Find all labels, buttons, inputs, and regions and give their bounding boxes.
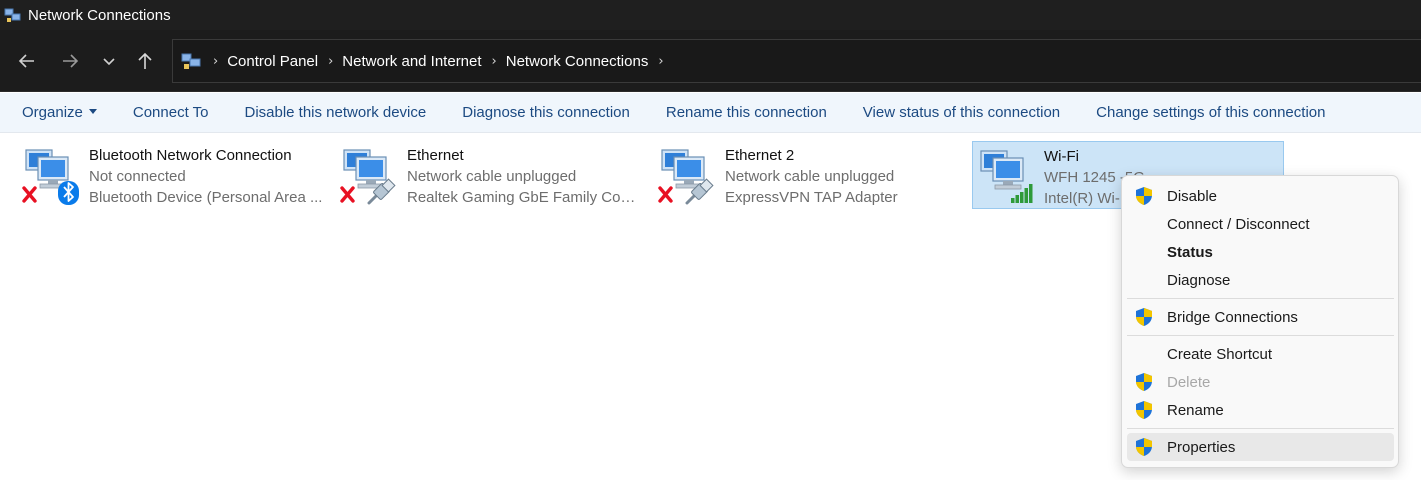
- menu-item-rename[interactable]: Rename: [1127, 396, 1394, 424]
- connection-device: Realtek Gaming GbE Family Contr...: [407, 189, 643, 206]
- back-button[interactable]: [12, 46, 42, 76]
- organize-menu-button[interactable]: Organize: [22, 104, 97, 121]
- breadcrumb-control-panel[interactable]: Control Panel: [227, 53, 318, 70]
- menu-item-connect-disconnect[interactable]: Connect / Disconnect: [1127, 210, 1394, 238]
- rename-connection-button[interactable]: Rename this connection: [666, 104, 827, 121]
- connect-to-button[interactable]: Connect To: [133, 104, 209, 121]
- network-computer-icon: [340, 149, 396, 205]
- menu-item-label: Delete: [1167, 373, 1211, 391]
- up-arrow-icon: [138, 52, 152, 69]
- command-bar: Organize Connect To Disable this network…: [0, 93, 1421, 133]
- breadcrumb-network-and-internet[interactable]: Network and Internet: [342, 53, 481, 70]
- navigation-bar: › Control Panel › Network and Internet ›…: [0, 30, 1421, 92]
- menu-item-label: Diagnose: [1167, 271, 1231, 289]
- breadcrumb-separator[interactable]: ›: [328, 54, 333, 69]
- control-panel-icon: [181, 53, 201, 69]
- menu-item-status[interactable]: Status: [1127, 238, 1394, 266]
- up-button[interactable]: [130, 46, 160, 76]
- chevron-down-icon: [103, 58, 115, 66]
- connection-name: Ethernet: [407, 147, 464, 164]
- connection-name: Ethernet 2: [725, 147, 795, 164]
- menu-item-label: Status: [1167, 243, 1213, 261]
- forward-arrow-icon: [63, 54, 79, 68]
- breadcrumb-separator[interactable]: ›: [492, 54, 497, 69]
- organize-label: Organize: [22, 104, 83, 121]
- menu-item-label: Connect / Disconnect: [1167, 215, 1310, 233]
- menu-item-bridge-connections[interactable]: Bridge Connections: [1127, 303, 1394, 331]
- menu-separator: [1127, 335, 1394, 336]
- change-settings-button[interactable]: Change settings of this connection: [1096, 104, 1325, 121]
- caret-down-icon: [88, 109, 97, 114]
- connection-item-bluetooth[interactable]: Bluetooth Network Connection Not connect…: [18, 141, 330, 209]
- recent-locations-button[interactable]: [94, 46, 124, 76]
- connection-item-ethernet[interactable]: Ethernet Network cable unplugged Realtek…: [336, 141, 648, 209]
- menu-item-label: Rename: [1167, 401, 1224, 419]
- menu-item-label: Disable: [1167, 187, 1218, 205]
- error-x-icon: [22, 186, 37, 203]
- connection-item-ethernet-2[interactable]: Ethernet 2 Network cable unplugged Expre…: [654, 141, 966, 209]
- menu-item-delete: Delete: [1127, 368, 1394, 396]
- uac-shield-icon: [1136, 308, 1152, 326]
- diagnose-connection-button[interactable]: Diagnose this connection: [462, 104, 630, 121]
- uac-shield-icon: [1136, 438, 1152, 456]
- connection-name: Wi-Fi: [1044, 148, 1079, 165]
- back-arrow-icon: [18, 54, 34, 68]
- bluetooth-badge-icon: [58, 181, 79, 205]
- menu-item-label: Bridge Connections: [1167, 308, 1298, 326]
- connection-device: Bluetooth Device (Personal Area ...: [89, 189, 323, 206]
- network-connections-icon: [4, 8, 21, 22]
- connection-status: Network cable unplugged: [725, 168, 895, 185]
- disable-device-button[interactable]: Disable this network device: [244, 104, 426, 121]
- menu-item-diagnose[interactable]: Diagnose: [1127, 266, 1394, 294]
- breadcrumb-network-connections[interactable]: Network Connections: [506, 53, 649, 70]
- address-bar[interactable]: › Control Panel › Network and Internet ›…: [172, 39, 1421, 83]
- menu-item-disable[interactable]: Disable: [1127, 182, 1394, 210]
- menu-item-create-shortcut[interactable]: Create Shortcut: [1127, 340, 1394, 368]
- menu-item-label: Properties: [1167, 438, 1236, 456]
- menu-item-label: Create Shortcut: [1167, 345, 1273, 363]
- connection-name: Bluetooth Network Connection: [89, 147, 292, 164]
- menu-item-properties[interactable]: Properties: [1127, 433, 1394, 461]
- connection-status: Network cable unplugged: [407, 168, 577, 185]
- context-menu: Disable Connect / Disconnect Status Diag…: [1121, 175, 1399, 468]
- menu-separator: [1127, 428, 1394, 429]
- uac-shield-icon: [1136, 373, 1152, 391]
- window-title: Network Connections: [28, 6, 171, 24]
- title-bar: Network Connections: [0, 0, 1421, 30]
- error-x-icon: [658, 186, 673, 203]
- network-computer-icon: [658, 149, 714, 205]
- connection-device: ExpressVPN TAP Adapter: [725, 189, 898, 206]
- forward-button[interactable]: [55, 46, 85, 76]
- network-computer-icon: [22, 149, 79, 205]
- uac-shield-icon: [1136, 187, 1152, 205]
- network-computer-icon: [980, 150, 1033, 203]
- breadcrumb-separator[interactable]: ›: [658, 54, 663, 69]
- breadcrumb-separator: ›: [213, 53, 219, 69]
- view-status-button[interactable]: View status of this connection: [863, 104, 1060, 121]
- error-x-icon: [340, 186, 355, 203]
- connection-status: Not connected: [89, 168, 186, 185]
- menu-separator: [1127, 298, 1394, 299]
- uac-shield-icon: [1136, 401, 1152, 419]
